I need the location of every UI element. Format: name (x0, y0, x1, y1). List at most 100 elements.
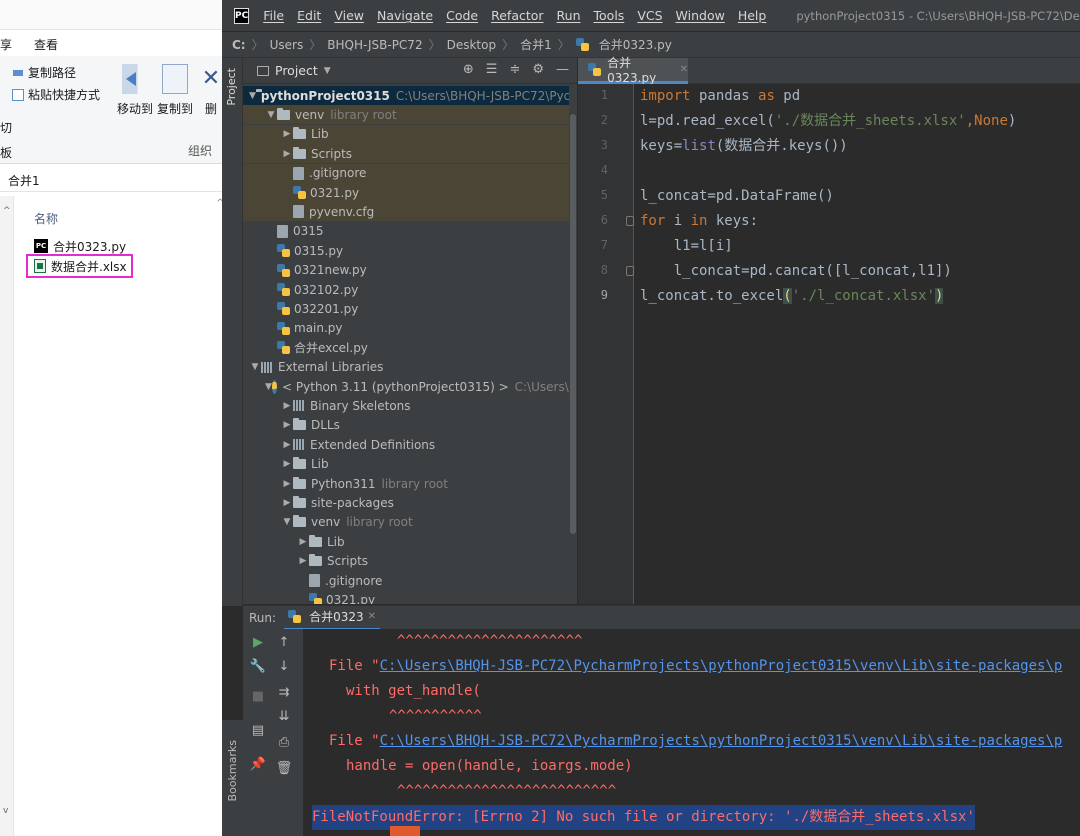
layout-icon[interactable]: ▤ (249, 723, 267, 738)
tree-item[interactable]: 0321new.py (243, 261, 577, 280)
tree-item[interactable]: ▼ venv library root (243, 105, 577, 125)
hide-icon[interactable]: — (556, 62, 569, 77)
file-item[interactable]: PC 合并0323.py (34, 236, 126, 256)
tree-item[interactable]: main.py (243, 319, 577, 338)
traceback-link[interactable]: C:\Users\BHQH-JSB-PC72\PycharmProjects\p… (380, 658, 1063, 674)
trash-icon[interactable]: 🗑 (275, 761, 293, 776)
pin-icon[interactable]: 📌 (249, 757, 267, 772)
expand-all-icon[interactable]: ☰ (486, 62, 498, 77)
scroll-to-end-icon[interactable]: ⇊ (275, 709, 293, 724)
chevron-down-icon[interactable]: ▼ (265, 382, 272, 392)
tree-item[interactable]: .gitignore (243, 571, 577, 590)
tree-item[interactable]: ▶ Python311 library root (243, 474, 577, 493)
tree-item[interactable]: ▶ DLLs (243, 416, 577, 435)
tree-item[interactable]: ▼ pythonProject0315 C:\Users\BHQH-JSB-PC72… (243, 86, 577, 105)
menu-vcs[interactable]: VCS (637, 8, 662, 23)
tree-item[interactable]: ▶ Extended Definitions (243, 435, 577, 454)
tree-item[interactable]: ▶ Lib (243, 532, 577, 551)
copy-to-button[interactable]: 复制到 (152, 64, 198, 117)
project-scrollbar[interactable] (569, 84, 577, 604)
soft-wrap-icon[interactable]: ⇉ (275, 685, 293, 700)
copy-path-button[interactable]: 复制路径 (12, 64, 76, 81)
chevron-down-icon[interactable]: ▼ (281, 517, 293, 527)
locate-icon[interactable]: ⊕ (463, 62, 474, 77)
breadcrumb-folder[interactable]: 合并1 (520, 36, 552, 53)
tree-item[interactable]: ▶ Scripts (243, 552, 577, 571)
bookmarks-tool-button[interactable]: Bookmarks (226, 740, 239, 801)
chevron-down-icon[interactable]: ▼ (265, 110, 277, 120)
delete-button[interactable]: ✕ 删 (200, 64, 222, 117)
collapse-all-icon[interactable]: ≑ (509, 62, 520, 77)
code-editor[interactable]: import pandas as pd l=pd.read_excel('./数… (638, 84, 1080, 604)
breadcrumb-users[interactable]: Users (270, 38, 304, 52)
tree-item[interactable]: ▶ Lib (243, 124, 577, 144)
run-console[interactable]: ^^^^^^^^^^^^^^^^^^^^^^ File "C:\Users\BH… (303, 629, 1080, 836)
rerun-icon[interactable]: ▶ (249, 635, 267, 650)
tree-item[interactable]: ▶ site-packages (243, 493, 577, 512)
address-bar[interactable]: 合并1 (0, 170, 222, 192)
breadcrumb-desktop[interactable]: Desktop (447, 38, 497, 52)
tree-item[interactable]: 0315.py (243, 241, 577, 260)
chevron-down-icon[interactable]: ▼ (249, 362, 261, 372)
menu-code[interactable]: Code (446, 8, 478, 23)
tree-item[interactable]: ▶ Lib (243, 455, 577, 474)
print-icon[interactable]: ⎙ (275, 735, 293, 750)
chevron-right-icon[interactable]: ▶ (281, 401, 293, 411)
chevron-right-icon[interactable]: ▶ (281, 479, 293, 489)
paste-shortcut-button[interactable]: 粘贴快捷方式 (12, 86, 100, 103)
menu-run[interactable]: Run (557, 8, 581, 23)
tree-item[interactable]: ▼ venv library root (243, 513, 577, 532)
column-header-name[interactable]: 名称 (34, 210, 58, 227)
scroll-up-icon[interactable]: ^ (3, 206, 11, 216)
chevron-right-icon[interactable]: ▶ (281, 459, 293, 469)
arrow-up-icon[interactable]: ↑ (275, 635, 293, 650)
tree-item[interactable]: 0315 (243, 222, 577, 241)
navigation-pane-edge[interactable]: ^ v (0, 196, 14, 836)
menu-navigate[interactable]: Navigate (377, 8, 433, 23)
close-icon[interactable]: ✕ (368, 611, 376, 622)
menu-help[interactable]: Help (738, 8, 767, 23)
breadcrumb-user[interactable]: BHQH-JSB-PC72 (327, 38, 422, 52)
tree-item[interactable]: .gitignore (243, 163, 577, 183)
menu-edit[interactable]: Edit (297, 8, 321, 23)
menu-window[interactable]: Window (676, 8, 725, 23)
scroll-down-icon[interactable]: v (3, 806, 8, 816)
chevron-right-icon[interactable]: ▶ (281, 420, 293, 430)
editor-tab[interactable]: 合并0323.py ✕ (578, 56, 688, 85)
chevron-right-icon[interactable]: ▶ (281, 440, 293, 450)
chevron-down-icon[interactable]: ▼ (324, 66, 331, 76)
tab-share[interactable]: 享 (0, 36, 12, 53)
tree-item[interactable]: 032201.py (243, 299, 577, 318)
menu-file[interactable]: File (263, 8, 284, 23)
project-tool-button[interactable]: Project (225, 68, 238, 106)
chevron-right-icon[interactable]: ▶ (281, 498, 293, 508)
breadcrumb-drive[interactable]: C: (232, 38, 246, 52)
stop-icon[interactable]: ■ (249, 689, 267, 704)
fold-icon[interactable] (626, 216, 634, 226)
tree-item[interactable]: 0321.py (243, 590, 577, 604)
tree-item[interactable]: ▼ < Python 3.11 (pythonProject0315) > C:\U… (243, 377, 577, 396)
tree-item[interactable]: ▶ Binary Skeletons (243, 396, 577, 415)
tree-item[interactable]: 合并excel.py (243, 338, 577, 357)
close-icon[interactable]: ✕ (680, 64, 688, 75)
traceback-link[interactable]: C:\Users\BHQH-JSB-PC72\PycharmProjects\p… (380, 733, 1063, 749)
fold-icon[interactable] (626, 266, 634, 276)
tab-view[interactable]: 查看 (34, 36, 58, 53)
scrollbar-thumb[interactable] (570, 114, 576, 534)
project-view-selector[interactable]: Project (275, 63, 318, 78)
tree-item[interactable]: 0321.py (243, 183, 577, 202)
arrow-down-icon[interactable]: ↓ (275, 659, 293, 674)
tree-item[interactable]: ▼ External Libraries (243, 358, 577, 377)
menu-refactor[interactable]: Refactor (491, 8, 543, 23)
gear-icon[interactable]: ⚙ (532, 62, 544, 77)
chevron-down-icon[interactable]: ▼ (249, 91, 256, 101)
menu-tools[interactable]: Tools (594, 8, 625, 23)
chevron-right-icon[interactable]: ▶ (297, 556, 309, 566)
tree-item[interactable]: 032102.py (243, 280, 577, 299)
cut-label[interactable]: 切 (0, 119, 12, 136)
tree-item[interactable]: ▶ Scripts (243, 144, 577, 164)
breadcrumb-file[interactable]: 合并0323.py (599, 36, 672, 53)
chevron-right-icon[interactable]: ▶ (281, 149, 293, 159)
wrench-icon[interactable]: 🔧 (249, 659, 267, 674)
menu-view[interactable]: View (334, 8, 364, 23)
